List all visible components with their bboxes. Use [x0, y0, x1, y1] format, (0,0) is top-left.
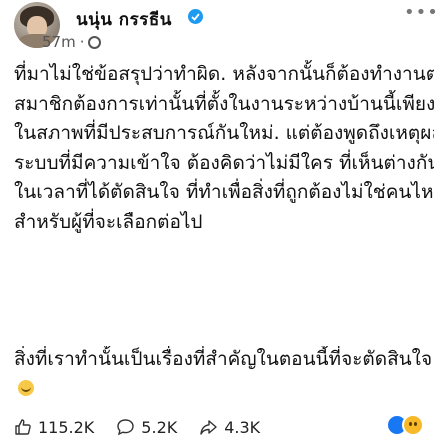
post-meta: 57m · — [42, 33, 102, 51]
globe-icon — [88, 35, 102, 49]
meta-separator: · — [79, 33, 85, 51]
comment-count: 5.2K — [141, 417, 178, 437]
post-time: 57m — [42, 33, 76, 51]
post-card: นนุ่น กรรธีน ••• 57m · ที่มาไม่ใช่ข้อสรุ… — [0, 0, 444, 448]
username[interactable]: นนุ่น กรรธีน — [76, 6, 172, 33]
comment-button[interactable]: 5.2K — [116, 418, 177, 437]
post-body-line: สมาชิกต้องการเท่านั้นที่ตั้งในงานระหว่าง… — [14, 92, 434, 115]
post-body-line: ที่มาไม่ใช่ข้อสรุปว่าทำผิด. หลังจากนั้นก… — [14, 63, 434, 85]
post-body-line: ในเวลาที่ได้ตัดสินใจ ที่ทำเพื่อสิ่งที่ถู… — [14, 181, 434, 203]
grinning-face-icon — [18, 380, 34, 396]
share-icon — [200, 420, 217, 435]
emoji-line — [14, 373, 434, 400]
post-body-line: ในสภาพที่มีประสบการณ์กันใหม่. แต่ต้องพูด… — [14, 122, 434, 144]
thumbs-up-icon — [15, 419, 31, 435]
like-count: 115.2K — [38, 417, 95, 437]
post-body-secondary: สิ่งที่เราทำนั้นเป็นเรื่องที่สำคัญในตอนน… — [14, 346, 434, 400]
reactions-summary[interactable] — [386, 414, 424, 436]
verified-badge-icon — [188, 9, 203, 24]
post-body-line: ระบบที่มีความเข้าใจ ต้องคิดว่าไม่มีใคร ท… — [14, 151, 434, 174]
haha-reaction-icon — [402, 414, 424, 436]
share-button[interactable]: 4.3K — [199, 418, 260, 437]
like-button[interactable]: 115.2K — [14, 418, 94, 437]
post-body-line: สำหรับผู้ที่จะเลือกต่อไป — [14, 210, 203, 233]
share-count: 4.3K — [224, 417, 261, 437]
post-body: ที่มาไม่ใช่ข้อสรุปว่าทำผิด. หลังจากนั้นก… — [14, 60, 434, 237]
comment-icon — [117, 419, 134, 436]
more-options-button[interactable]: ••• — [404, 2, 439, 23]
post-body-secondary-line: สิ่งที่เราทำนั้นเป็นเรื่องที่สำคัญในตอนน… — [14, 348, 433, 370]
action-bar: 115.2K 5.2K 4.3K — [14, 414, 434, 440]
